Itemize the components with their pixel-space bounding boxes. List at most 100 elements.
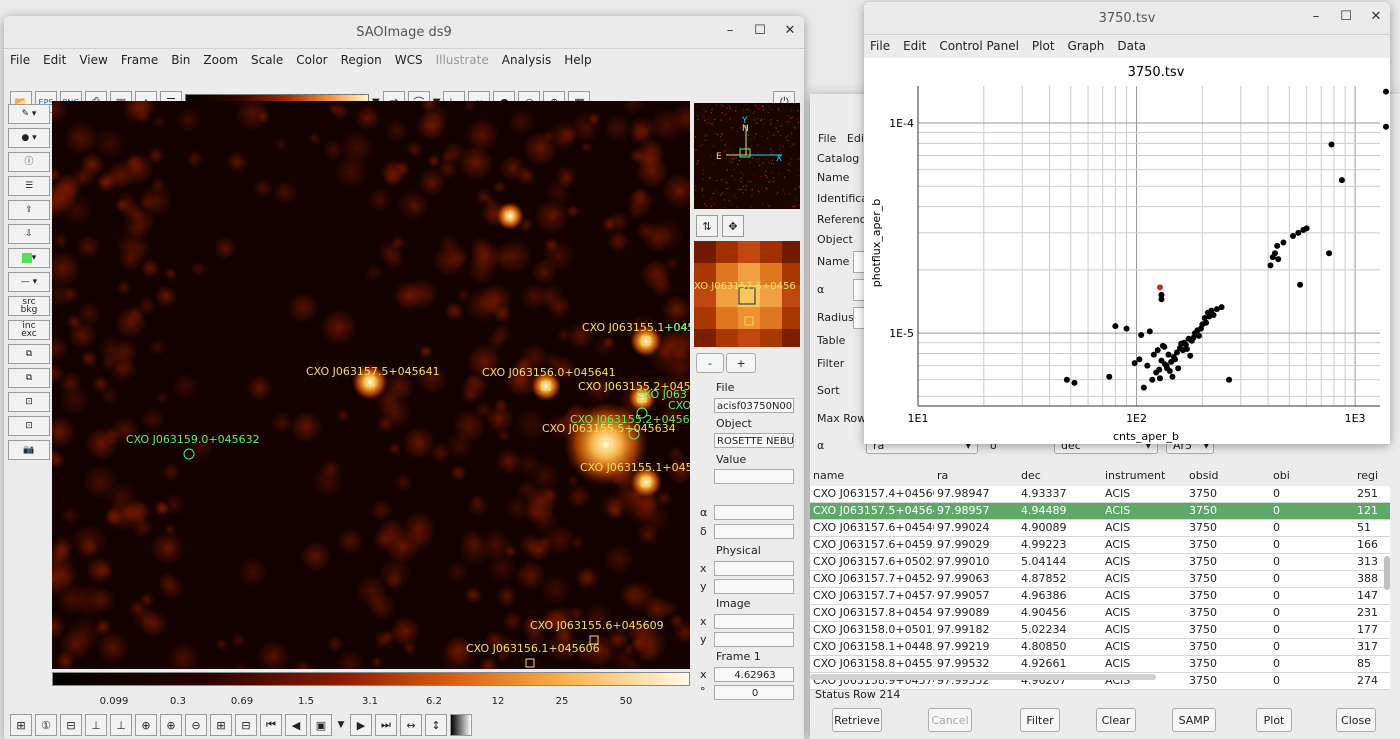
column-header-ra[interactable]: ra (934, 468, 1018, 484)
scatter-point[interactable] (1156, 366, 1163, 373)
scatter-point[interactable] (1144, 362, 1151, 369)
scatter-point[interactable] (1156, 375, 1163, 382)
scatter-point[interactable] (1210, 311, 1217, 318)
scatter-point[interactable] (1063, 376, 1070, 383)
scatter-point[interactable] (1161, 343, 1168, 350)
table-row[interactable]: CXO J063157.7+045242 97.99063 4.87852 ACIS 3… (810, 571, 1390, 588)
column-header-name[interactable]: name (810, 468, 934, 484)
cancel-button[interactable]: Cancel (928, 708, 972, 732)
scatter-point[interactable] (1203, 319, 1210, 326)
source-label[interactable]: CXO J063159.0+045632 (126, 433, 260, 446)
scatter-point[interactable] (1303, 225, 1310, 232)
filter-button[interactable]: Filter (1020, 708, 1060, 732)
scatter-point[interactable] (1326, 250, 1333, 257)
camera-icon[interactable]: 📷 (8, 440, 50, 460)
plot-area[interactable]: 3750.tsv 1E1 1E2 1E3 1E-4 1E-5 cnts_aper_b p… (864, 58, 1390, 444)
scatter-point[interactable] (1383, 88, 1389, 95)
region-save-icon[interactable]: ⇩ (8, 224, 50, 244)
menu-file[interactable]: File (818, 132, 836, 145)
horizontal-scrollbar[interactable] (810, 674, 1156, 680)
zoom-frame-icon[interactable]: ⊞ (210, 714, 232, 736)
frame-one-icon[interactable]: ① (35, 714, 57, 736)
scatter-chart[interactable]: 3750.tsv 1E1 1E2 1E3 1E-4 1E-5 cnts_aper_b p… (864, 58, 1390, 444)
menu-edit[interactable]: Edit (43, 53, 66, 67)
ds9-titlebar[interactable]: SAOImage ds9 – ☐ ✕ (4, 16, 804, 49)
source-label[interactable]: CXO J063156.1+045606 (466, 642, 600, 655)
orient-north-icon[interactable]: ⇅ (696, 215, 718, 237)
table-row[interactable]: CXO J063157.4+045600 97.98947 4.93337 ACIS 3… (810, 486, 1390, 503)
colorbar[interactable] (52, 672, 690, 686)
zoom-plus-button[interactable]: + (726, 353, 756, 373)
scatter-point[interactable] (1328, 141, 1335, 148)
table-row[interactable]: CXO J063157.6+045932 97.99029 4.99223 ACIS 3… (810, 537, 1390, 554)
back-icon[interactable]: ⧉ (8, 368, 50, 388)
source-label[interactable]: CXO J063156.0+045641 (482, 366, 616, 379)
scatter-point[interactable] (1183, 346, 1190, 353)
table-row[interactable]: CXO J063157.7+045749 97.99057 4.96386 ACIS 3… (810, 588, 1390, 605)
menu-region[interactable]: Region (341, 53, 382, 67)
menu-control-panel[interactable]: Control Panel (939, 39, 1019, 53)
scatter-point[interactable] (1338, 177, 1345, 184)
menu-data[interactable]: Data (1117, 39, 1146, 53)
minimize-icon[interactable]: – (722, 22, 738, 38)
scatter-point[interactable] (1280, 239, 1287, 246)
scatter-point[interactable] (1295, 229, 1302, 236)
plot-button[interactable]: Plot (1256, 708, 1292, 732)
scatter-point[interactable] (1275, 256, 1282, 263)
prev-frame-icon[interactable]: ◀ (285, 714, 307, 736)
source-label[interactable]: +045 (664, 321, 690, 334)
menu-zoom[interactable]: Zoom (203, 53, 238, 67)
scatter-point[interactable] (1169, 373, 1176, 380)
scatter-point[interactable] (1154, 347, 1161, 354)
scatter-point[interactable] (1218, 304, 1225, 311)
scatter-point[interactable] (1195, 332, 1202, 339)
scatter-point[interactable] (1158, 291, 1165, 298)
scatter-point[interactable] (1106, 373, 1113, 380)
table-row[interactable]: CXO J063157.6+045403 97.99024 4.90089 ACIS 3… (810, 520, 1390, 537)
source-label[interactable]: CXO J063155.1+0456 (580, 461, 690, 474)
add-frame-icon[interactable]: ⊞ (10, 714, 32, 736)
close-icon[interactable]: ✕ (1368, 8, 1384, 24)
scatter-point[interactable] (1136, 356, 1143, 363)
scatter-point[interactable] (1383, 123, 1389, 130)
scatter-point[interactable] (1226, 376, 1233, 383)
maximize-icon[interactable]: ☐ (1338, 8, 1354, 24)
inc-exc-icon[interactable]: inc exc (8, 320, 50, 340)
clear-button[interactable]: Clear (1096, 708, 1136, 732)
table-row[interactable]: CXO J063157.6+050229 97.99010 5.04144 ACIS 3… (810, 554, 1390, 571)
scatter-point[interactable] (1172, 356, 1179, 363)
menu-graph[interactable]: Graph (1068, 39, 1105, 53)
menu-bin[interactable]: Bin (171, 53, 190, 67)
table-row[interactable]: CXO J063157.8+045416 97.99089 4.90456 ACIS 3… (810, 605, 1390, 622)
image-canvas[interactable]: CXO J063155.1+045 CXO J063157.5+045641 C… (52, 101, 690, 669)
fit-height-icon[interactable]: ↕ (425, 714, 447, 736)
minimize-icon[interactable]: – (1308, 8, 1324, 24)
source-label[interactable]: CXO J063155.5+045634 (542, 422, 676, 435)
menu-illustrate[interactable]: Illustrate (436, 53, 489, 67)
menu-file[interactable]: File (870, 39, 890, 53)
scatter-point[interactable] (1156, 284, 1163, 291)
maximize-icon[interactable]: ☐ (752, 22, 768, 38)
menu-analysis[interactable]: Analysis (502, 53, 551, 67)
first-frame-icon[interactable]: ⏮ (260, 714, 282, 736)
panner[interactable]: XY EN (694, 103, 801, 211)
compass-icon[interactable]: ✥ (722, 215, 744, 237)
menu-color[interactable]: Color (296, 53, 327, 67)
column-header-regi[interactable]: regi (1354, 468, 1390, 484)
select-none-icon[interactable]: ⊡ (8, 416, 50, 436)
gradient-icon[interactable] (450, 714, 472, 736)
scatter-point[interactable] (1271, 250, 1278, 257)
scatter-point[interactable] (1149, 376, 1156, 383)
scatter-point[interactable] (1267, 262, 1274, 269)
scatter-point[interactable] (1123, 325, 1130, 332)
vertical-scrollbar[interactable] (1384, 556, 1390, 590)
pencil-icon[interactable]: ✎ ▾ (8, 104, 50, 124)
source-label[interactable]: CXO (668, 399, 690, 412)
blink-icon[interactable]: ⊥ (110, 714, 132, 736)
menu-file[interactable]: File (10, 53, 30, 67)
chevron-down-icon[interactable]: ▼ (335, 714, 347, 736)
tile-icon[interactable]: ⊥ (85, 714, 107, 736)
scatter-point[interactable] (1138, 331, 1145, 338)
menu-scale[interactable]: Scale (251, 53, 283, 67)
frame-menu-icon[interactable]: ▣ (310, 714, 332, 736)
